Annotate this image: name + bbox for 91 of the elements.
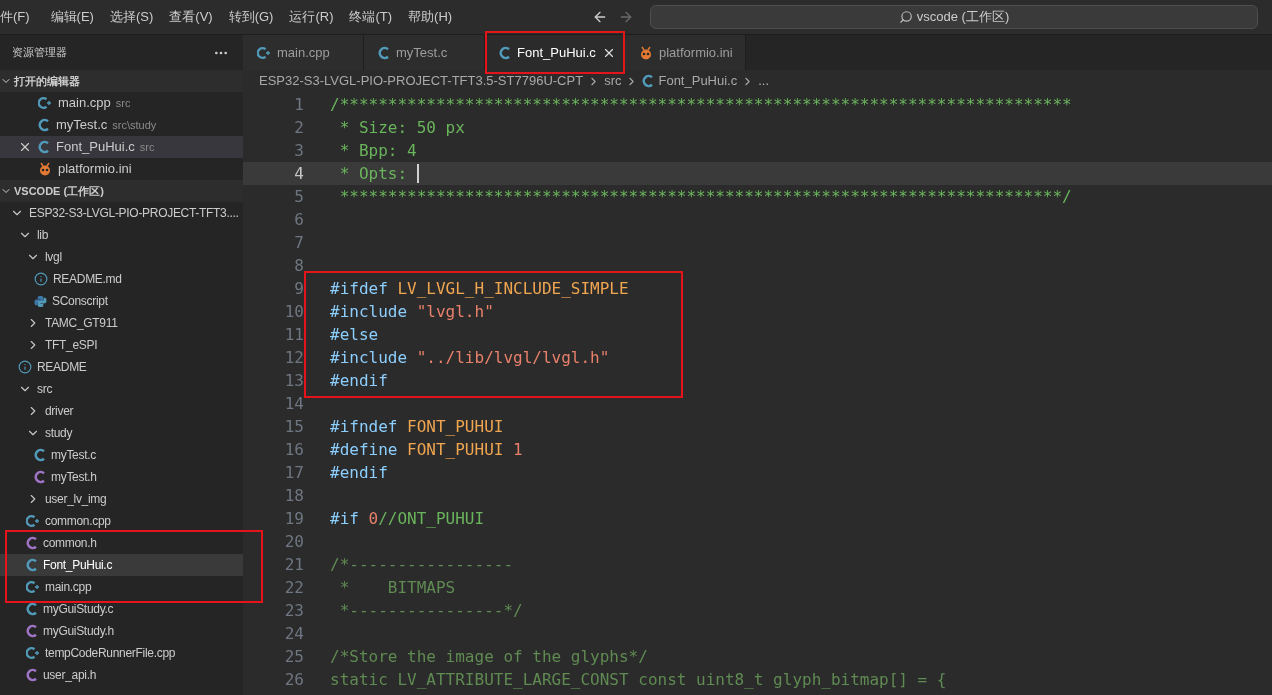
section-header[interactable]: 打开的编辑器: [0, 70, 243, 92]
folder-item[interactable]: lvgl: [0, 246, 243, 268]
section-header[interactable]: VSCODE (工作区): [0, 180, 243, 202]
line-number: 10: [283, 300, 304, 323]
code-line: * Bpp: 4: [338, 139, 417, 162]
command-center-field[interactable]: vscode (工作区): [650, 5, 1258, 29]
code-line: /*Store the image of the glyphs*/: [330, 645, 648, 668]
line-number: 11: [283, 323, 304, 346]
menu-item[interactable]: 终端(T): [341, 7, 401, 27]
code-line: /****************************************************************************: [330, 93, 1072, 116]
sidebar-title: 资源管理器: [12, 45, 67, 61]
editor-tab[interactable]: platformio.ini: [625, 35, 746, 70]
line-number: 12: [283, 346, 304, 369]
breadcrumb-item[interactable]: ...: [758, 71, 770, 91]
line-number: 5: [293, 185, 304, 208]
file-item[interactable]: SConscript: [0, 290, 243, 312]
line-number: 24: [283, 622, 304, 645]
code-line: #ifdef LV_LVGL_H_INCLUDE_SIMPLE: [330, 277, 629, 300]
file-item[interactable]: user_api.h: [0, 664, 243, 686]
menu-item[interactable]: 选择(S): [101, 7, 162, 27]
code-line: /*-----------------: [330, 553, 514, 576]
open-editor-item[interactable]: platformio.ini: [0, 158, 243, 180]
line-number: 14: [283, 392, 304, 415]
file-item[interactable]: Font_PuHui.c: [0, 554, 243, 576]
menu-item[interactable]: 转到(G): [220, 7, 282, 27]
breadcrumb-item[interactable]: Font_PuHui.c: [658, 71, 738, 91]
open-editor-item[interactable]: myTest.c src\study: [0, 114, 243, 136]
menu-item[interactable]: 编辑(E): [42, 7, 102, 27]
editor-tab[interactable]: myTest.c: [364, 35, 485, 70]
line-number: 3: [293, 139, 304, 162]
file-item[interactable]: myGuiStudy.h: [0, 620, 243, 642]
code-line: #else: [330, 323, 379, 346]
line-number: 15: [283, 415, 304, 438]
line-number: 6: [293, 208, 304, 231]
line-number: 9: [293, 277, 304, 300]
line-number: 23: [283, 599, 304, 622]
line-number: 19: [283, 507, 304, 530]
line-number: 20: [283, 530, 304, 553]
file-item[interactable]: myTest.c: [0, 444, 243, 466]
line-number: 17: [283, 461, 304, 484]
file-item[interactable]: myTest.h: [0, 466, 243, 488]
file-item[interactable]: tempCodeRunnerFile.cpp: [0, 642, 243, 664]
code-line: #endif: [330, 369, 388, 392]
folder-item[interactable]: TFT_eSPI: [0, 334, 243, 356]
code-line: * BITMAPS: [338, 576, 456, 599]
code-line: #include "../lib/lvgl/lvgl.h": [330, 346, 610, 369]
line-number: 26: [283, 668, 304, 691]
line-number: 7: [293, 231, 304, 254]
code-line: #if 0//ONT_PUHUI: [330, 507, 485, 530]
open-editor-item[interactable]: Font_PuHui.c src: [0, 136, 243, 158]
line-number: 21: [283, 553, 304, 576]
folder-item[interactable]: user_lv_img: [0, 488, 243, 510]
code-line: ***************************************************************************/: [338, 185, 1072, 208]
line-number: 25: [283, 645, 304, 668]
code-line: #ifndef FONT_PUHUI: [330, 415, 504, 438]
line-number: 2: [293, 116, 304, 139]
breadcrumb-item[interactable]: ESP32-S3-LVGL-PIO-PROJECT-TFT3.5-ST7796U-CPT: [259, 71, 584, 91]
breadcrumb-item[interactable]: src: [604, 71, 622, 91]
code-line: *----------------*/: [338, 599, 523, 622]
menu-item[interactable]: 查看(V): [161, 7, 221, 27]
file-item[interactable]: README: [0, 356, 243, 378]
folder-item[interactable]: TAMC_GT911: [0, 312, 243, 334]
code-line: #include "lvgl.h": [330, 300, 494, 323]
folder-item[interactable]: src: [0, 378, 243, 400]
menu-item[interactable]: 帮助(H): [400, 7, 461, 27]
code-line: * Size: 50 px: [338, 116, 465, 139]
folder-item[interactable]: driver: [0, 400, 243, 422]
line-number: 8: [293, 254, 304, 277]
menu-item[interactable]: 运行(R): [281, 7, 342, 27]
file-item[interactable]: myGuiStudy.c: [0, 598, 243, 620]
line-number: 4: [293, 162, 304, 185]
menu-item[interactable]: 件(F): [0, 7, 43, 27]
folder-item[interactable]: study: [0, 422, 243, 444]
line-number: 22: [283, 576, 304, 599]
line-number: 13: [283, 369, 304, 392]
editor-tab[interactable]: main.cpp: [243, 35, 364, 70]
file-item[interactable]: main.cpp: [0, 576, 243, 598]
file-item[interactable]: common.h: [0, 532, 243, 554]
line-number: 16: [283, 438, 304, 461]
line-number: 18: [283, 484, 304, 507]
open-editor-item[interactable]: main.cpp src: [0, 92, 243, 114]
code-line: static LV_ATTRIBUTE_LARGE_CONST const uint8_t glyph_bitmap[] = {: [330, 668, 947, 691]
folder-item[interactable]: ESP32-S3-LVGL-PIO-PROJECT-TFT3....: [0, 202, 243, 224]
file-item[interactable]: README.md: [0, 268, 243, 290]
line-number: 1: [293, 93, 304, 116]
folder-item[interactable]: lib: [0, 224, 243, 246]
code-line: * Opts:: [338, 162, 409, 185]
code-line: #endif: [330, 461, 388, 484]
code-line: #define FONT_PUHUI 1: [330, 438, 523, 461]
file-item[interactable]: common.cpp: [0, 510, 243, 532]
editor-tab[interactable]: Font_PuHui.c: [485, 35, 625, 70]
